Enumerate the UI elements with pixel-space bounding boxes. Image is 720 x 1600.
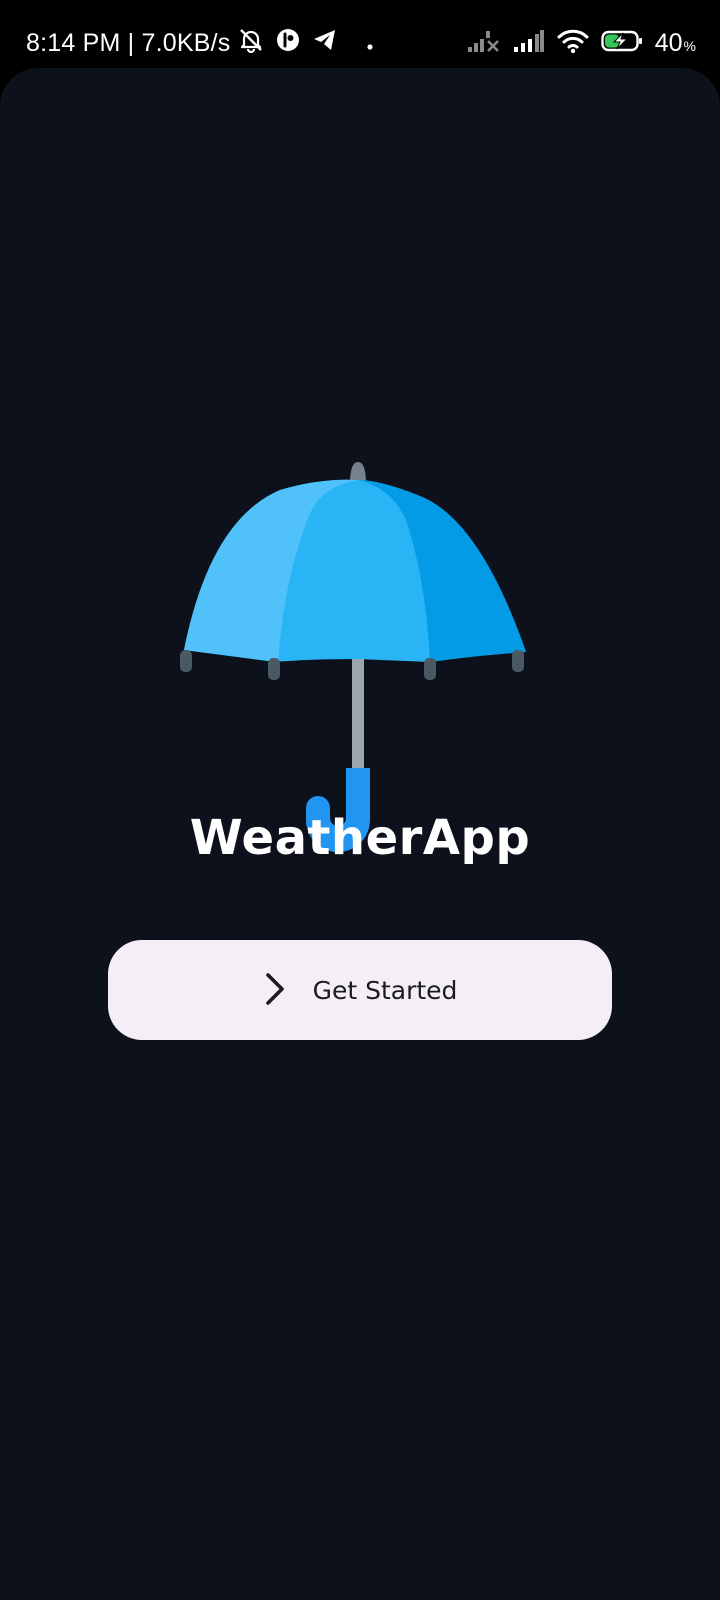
signal-icon [513, 29, 545, 58]
telegram-icon [312, 28, 338, 59]
wifi-icon [557, 28, 589, 59]
umbrella-icon [180, 400, 540, 860]
get-started-button[interactable]: Get Started [108, 940, 612, 1040]
battery-unit: % [683, 37, 696, 54]
get-started-label: Get Started [312, 975, 458, 1005]
battery-value: 40 [654, 28, 683, 57]
notification-icons [238, 27, 374, 60]
status-bar: 8:14 PM | 7.0KB/s 40 % [0, 0, 720, 68]
status-right: 40 % [467, 26, 696, 60]
app-title: WeatherApp [189, 810, 531, 866]
status-left: 8:14 PM | 7.0KB/s [26, 26, 374, 60]
chevron-right-icon [263, 971, 287, 1010]
bell-off-icon [238, 27, 264, 60]
status-time-speed: 8:14 PM | 7.0KB/s [26, 28, 231, 57]
dot-icon [366, 29, 374, 58]
battery-level: 40 % [655, 29, 696, 58]
user-circle-icon [276, 28, 300, 59]
battery-charging-icon [601, 29, 643, 58]
signal-no-sim-icon [467, 29, 501, 58]
